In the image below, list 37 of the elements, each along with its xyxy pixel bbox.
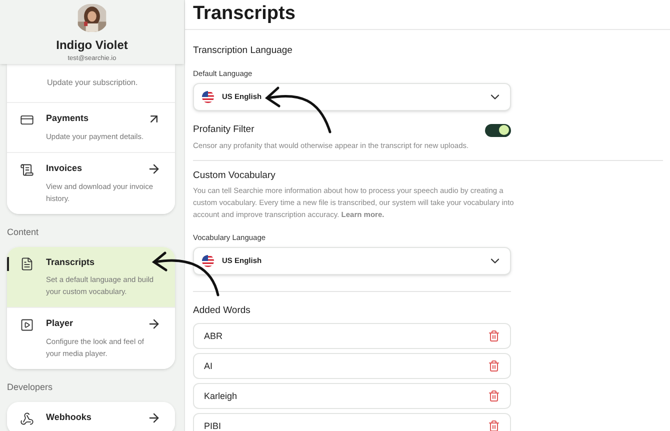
item-title: Webhooks bbox=[46, 410, 92, 424]
delete-button[interactable] bbox=[488, 390, 500, 402]
sidebar-item[interactable]: Webhooks bbox=[7, 402, 175, 431]
us-flag-icon bbox=[202, 91, 214, 103]
item-title: Invoices bbox=[46, 162, 82, 176]
invoice-icon bbox=[20, 163, 34, 177]
item-description: Update your subscription. bbox=[47, 78, 138, 87]
word-text: Karleigh bbox=[204, 390, 238, 403]
delete-button[interactable] bbox=[488, 330, 500, 342]
trash-icon bbox=[488, 420, 500, 431]
webhook-icon bbox=[20, 412, 34, 426]
word-text: ABR bbox=[204, 330, 223, 342]
item-title: Payments bbox=[46, 112, 89, 126]
trash-icon bbox=[488, 330, 500, 342]
section-heading: Content bbox=[7, 226, 40, 239]
item-title: Transcripts bbox=[46, 256, 95, 269]
toggle-switch[interactable] bbox=[485, 124, 511, 137]
player-icon bbox=[20, 318, 34, 332]
item-title: Player bbox=[46, 317, 74, 330]
arrow bbox=[152, 252, 220, 296]
section-heading: Added Words bbox=[193, 304, 252, 318]
section-heading: Transcription Language bbox=[193, 44, 294, 58]
section-heading: Developers bbox=[7, 381, 54, 394]
card-icon bbox=[20, 113, 34, 127]
section-heading: Custom Vocabulary bbox=[193, 168, 276, 182]
transcript-icon bbox=[20, 256, 34, 270]
delete-button[interactable] bbox=[488, 420, 500, 431]
trash-icon bbox=[488, 360, 500, 372]
profile-name: Indigo Violet bbox=[56, 37, 128, 54]
delete-button[interactable] bbox=[488, 360, 500, 372]
word-text: AI bbox=[204, 360, 213, 372]
trash-icon bbox=[488, 390, 500, 402]
word-text: PIBI bbox=[204, 420, 222, 431]
arrow bbox=[264, 86, 332, 134]
us-flag-icon bbox=[202, 255, 214, 267]
setting-title: Profanity Filter bbox=[193, 123, 254, 137]
page-title: Transcripts bbox=[193, 2, 296, 26]
